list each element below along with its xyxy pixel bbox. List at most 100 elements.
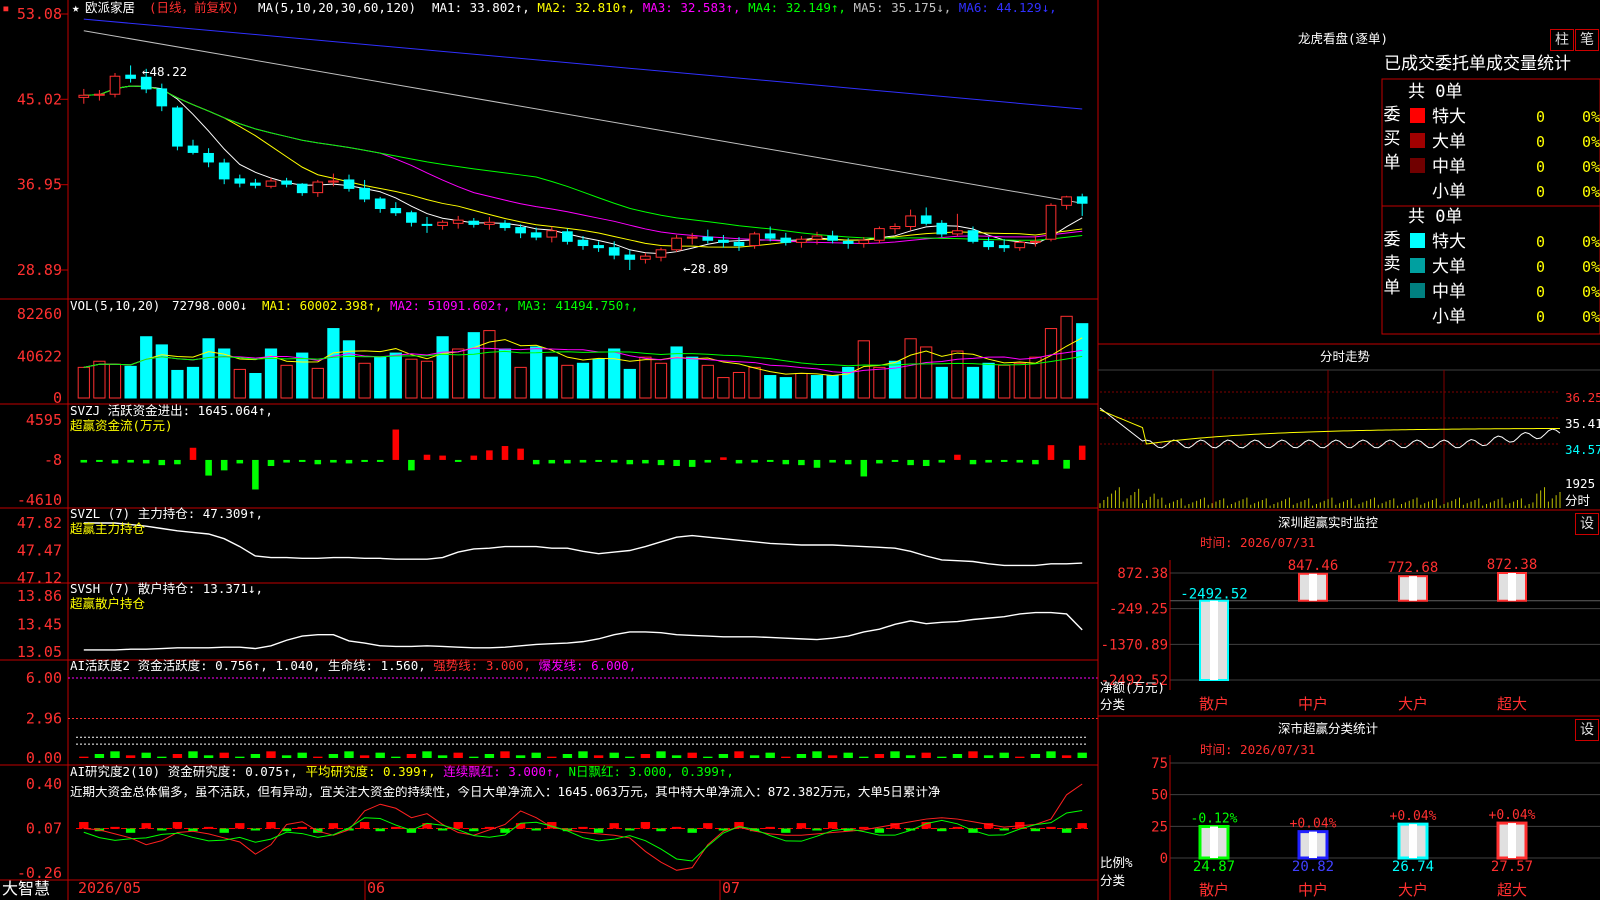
- vol-bar: [608, 348, 621, 399]
- research-bar: [874, 828, 885, 833]
- candle-body: [608, 247, 620, 256]
- flow-bar: [829, 459, 836, 463]
- date-label: 06: [367, 879, 385, 897]
- candle-body: [1045, 204, 1057, 240]
- ma120-line: [83, 18, 1083, 110]
- candle-body: [484, 221, 495, 225]
- active-bar: [531, 752, 541, 758]
- vol-value: 72798.000↓: [172, 298, 248, 313]
- flow-bar: [985, 459, 992, 463]
- sell-row-label: 特大: [1432, 232, 1466, 252]
- classify-value-label: 26.74: [1392, 859, 1434, 875]
- sell-row-color-swatch: [1410, 283, 1425, 298]
- flow-bar: [454, 459, 462, 462]
- vol-bar: [701, 364, 714, 399]
- ai-active-y-tick: 6.00: [26, 669, 62, 687]
- sell-row-total: 共 0单: [1408, 207, 1462, 227]
- candle-body: [390, 208, 402, 214]
- ai-comment: 近期大资金总体偏多，虽不活跃，但有异动，宜关注大资金的持续性，今日大单净流入：1…: [70, 786, 941, 799]
- candle-body: [764, 233, 776, 239]
- candle-body: [468, 220, 480, 225]
- candle-body: [78, 94, 90, 98]
- sell-row-value: 0: [1536, 233, 1545, 251]
- candle-body: [1030, 240, 1041, 243]
- candle-body: [967, 230, 979, 242]
- vol-bar: [436, 336, 449, 399]
- candle-body: [437, 221, 448, 226]
- stock-name: 欧派家居: [85, 0, 136, 15]
- header-part: MA4: 32.149↑,: [748, 0, 854, 15]
- vol-bar: [576, 362, 590, 399]
- vol-bar: [935, 366, 948, 399]
- bar-mode-button[interactable]: 柱: [1550, 29, 1574, 51]
- pen-mode-button[interactable]: 笔: [1575, 29, 1599, 51]
- candle-body: [749, 233, 760, 247]
- active-bar: [921, 752, 931, 758]
- monitor-net-label: 净额(万元): [1100, 680, 1166, 695]
- order-side-label: 卖: [1384, 254, 1401, 274]
- header-part: MA1: 33.802↑,: [432, 0, 538, 15]
- chart-mode[interactable]: (日线，前复权): [149, 1, 239, 15]
- active-bar: [391, 756, 401, 758]
- price-high-label: ←48.22: [142, 64, 188, 79]
- flow-bar: [907, 459, 914, 466]
- flow-bar: [626, 459, 634, 465]
- price-y-tick: 45.02: [17, 90, 62, 108]
- candle-body: [499, 222, 511, 229]
- candle-body: [811, 235, 823, 240]
- candle-body: [796, 238, 807, 243]
- candle-body: [1076, 196, 1088, 204]
- research-bar: [453, 822, 463, 829]
- candle-body: [546, 230, 558, 238]
- active-bar: [625, 756, 635, 758]
- sell-row-value: 0: [1536, 308, 1545, 326]
- header-part: 平均研究度: 0.399↑,: [305, 764, 444, 779]
- flow-bar: [548, 459, 556, 464]
- vol-bar: [873, 366, 886, 399]
- vol-bar: [514, 366, 527, 399]
- active-bar: [235, 756, 245, 758]
- vol-bar: [327, 328, 340, 399]
- candle-body: [1061, 196, 1072, 206]
- buy-row-label: 中单: [1432, 157, 1466, 177]
- tab-volume-stats[interactable]: 已成交委托单成交量统计: [1384, 56, 1571, 73]
- classify-change-label: -0.12%: [1191, 811, 1238, 826]
- header-part: N日飘红: 3.000, 0.399↑,: [568, 764, 734, 779]
- candle-body: [562, 231, 573, 242]
- vol-bar: [826, 375, 839, 399]
- vol-bar: [280, 364, 293, 399]
- menu-icon[interactable]: ▪: [2, 1, 10, 15]
- research-bar: [391, 826, 401, 829]
- monitor-settings-button[interactable]: 设: [1575, 513, 1599, 535]
- classify-settings-button[interactable]: 设: [1575, 719, 1599, 741]
- flow-bar: [314, 459, 322, 465]
- vol-bar: [155, 344, 168, 399]
- classify-ratio-label: 比例%: [1100, 855, 1133, 870]
- classify-category: 散户: [1199, 881, 1229, 899]
- favorite-star-icon[interactable]: ★: [72, 1, 80, 15]
- vol-bar: [249, 372, 262, 399]
- candle-body: [156, 88, 168, 107]
- candle-body: [296, 183, 308, 194]
- research-bar: [812, 828, 822, 831]
- candle-body: [421, 223, 433, 226]
- research-bar: [469, 828, 479, 832]
- buy-row-color-swatch: [1410, 108, 1425, 123]
- active-bar: [281, 755, 292, 758]
- ma20-line: [83, 85, 1083, 245]
- research-bar: [593, 828, 604, 833]
- candle-body: [1014, 241, 1026, 249]
- candle-body: [827, 235, 838, 241]
- candle-body: [343, 179, 355, 189]
- vol-bar: [530, 346, 543, 399]
- research-bar: [1077, 823, 1087, 829]
- intraday-vol-tick: 1925: [1565, 476, 1596, 491]
- vol-bar: [1044, 328, 1058, 399]
- vol-bar: [311, 367, 324, 399]
- research-bar: [141, 823, 151, 829]
- classify-bar-highlight: [1210, 826, 1218, 858]
- header-part: 连续飘红: 3.000↑,: [443, 764, 569, 779]
- candle-body: [780, 237, 792, 243]
- active-bar: [547, 756, 557, 758]
- vol-bar: [764, 375, 777, 399]
